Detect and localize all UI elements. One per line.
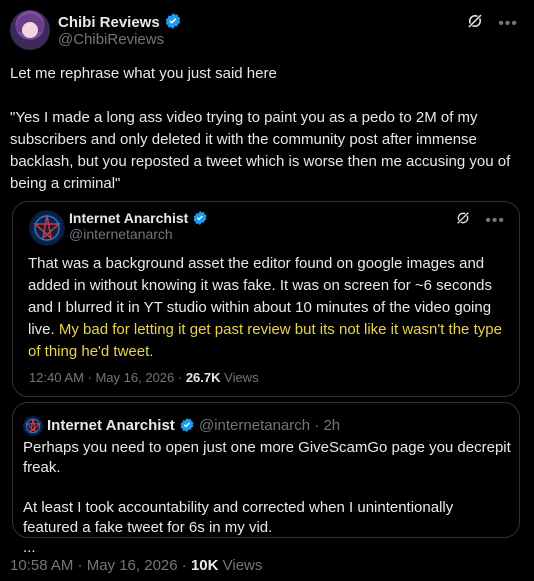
embedded-author-handle[interactable]: @internetanarch <box>199 417 310 434</box>
quoted-author-name[interactable]: Internet Anarchist <box>69 210 188 226</box>
tweet-meta[interactable]: 10:58 AM · May 16, 2026 · 10K Views <box>10 557 262 574</box>
tweet-views-label: Views <box>218 557 263 574</box>
tweet-text: Let me rephrase what you just said here … <box>10 65 511 192</box>
quoted-text-highlight: My bad for letting it get past review bu… <box>28 321 502 360</box>
quoted-tweet-card[interactable]: Internet Anarchist @internetanarch ••• T… <box>12 201 520 397</box>
verified-badge-icon <box>192 210 208 229</box>
quoted-tweet-text: That was a background asset the editor f… <box>28 253 508 363</box>
embedded-tweet-text: Perhaps you need to open just one more G… <box>23 439 511 556</box>
quoted-actions-top: ••• <box>455 210 505 231</box>
embedded-author-name[interactable]: Internet Anarchist <box>47 417 175 434</box>
tweet-actions-top: ••• <box>466 12 518 35</box>
embedded-author-avatar[interactable] <box>23 416 43 436</box>
embedded-author-row[interactable]: Internet Anarchist @internetanarch · 2h <box>47 417 340 437</box>
quoted-author-avatar[interactable] <box>29 210 65 246</box>
tweet-views-count: 10K <box>190 557 219 574</box>
grok-icon[interactable] <box>455 210 471 231</box>
author-name[interactable]: Chibi Reviews <box>58 14 160 31</box>
quoted-tweet-time[interactable]: 12:40 AM · May 16, 2026 · <box>29 370 186 385</box>
embedded-tweet-card[interactable]: Internet Anarchist @internetanarch · 2h … <box>12 402 520 556</box>
verified-badge-icon <box>179 417 195 437</box>
quoted-views-count: 26.7K <box>185 370 221 385</box>
verified-badge-icon <box>164 12 182 34</box>
more-icon[interactable]: ••• <box>498 15 518 32</box>
quoted-tweet-meta[interactable]: 12:40 AM · May 16, 2026 · 26.7K Views <box>29 370 259 385</box>
author-avatar[interactable] <box>10 10 50 50</box>
more-icon[interactable]: ••• <box>485 212 505 229</box>
author-handle[interactable]: @ChibiReviews <box>58 31 164 48</box>
tweet-time[interactable]: 10:58 AM · May 16, 2026 · <box>10 557 191 574</box>
grok-icon[interactable] <box>466 12 484 35</box>
quoted-views-label: Views <box>220 370 259 385</box>
quoted-author-handle[interactable]: @internetanarch <box>69 226 173 242</box>
embedded-tweet-age[interactable]: · 2h <box>310 417 340 434</box>
